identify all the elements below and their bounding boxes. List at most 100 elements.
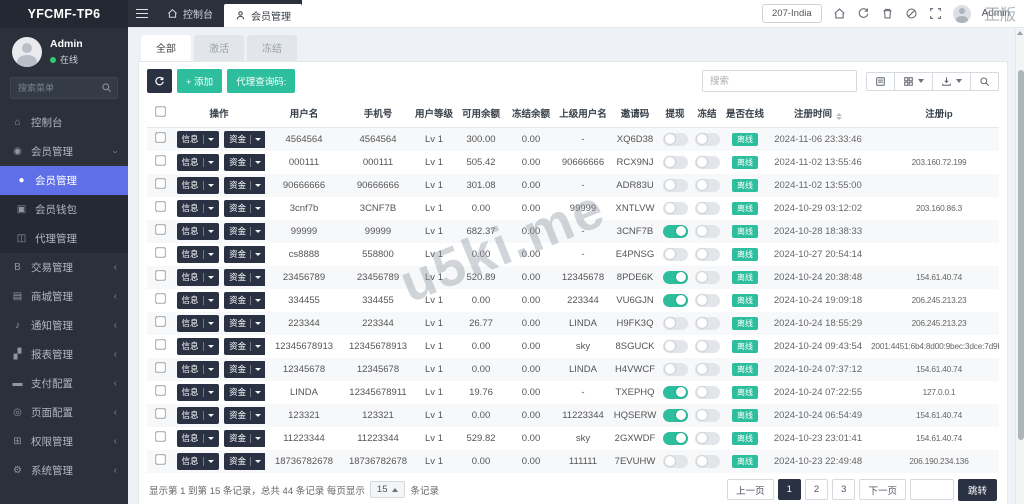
funds-button[interactable]: 资金 <box>224 452 265 470</box>
col-header-username[interactable]: 用户名 <box>265 100 343 128</box>
withdraw-toggle[interactable] <box>662 316 688 330</box>
freeze-toggle[interactable] <box>694 293 720 307</box>
withdraw-toggle[interactable] <box>662 270 688 284</box>
funds-button[interactable]: 资金 <box>224 360 265 378</box>
page-button-1[interactable]: 1 <box>777 479 801 500</box>
info-button[interactable]: 信息 <box>176 429 219 447</box>
page-button-3[interactable]: 3 <box>832 479 856 500</box>
col-header-register-ip[interactable]: 注册ip <box>869 100 999 128</box>
withdraw-toggle[interactable] <box>662 224 688 238</box>
page-size-select[interactable]: 15 <box>369 481 406 498</box>
freeze-toggle[interactable] <box>694 316 720 330</box>
info-button[interactable]: 信息 <box>176 291 219 309</box>
select-all-checkbox[interactable] <box>154 106 166 117</box>
col-header-invite-code[interactable]: 邀请码 <box>611 100 659 128</box>
info-button[interactable]: 信息 <box>176 314 219 332</box>
freeze-toggle[interactable] <box>694 408 720 422</box>
funds-button[interactable]: 资金 <box>224 245 265 263</box>
funds-button[interactable]: 资金 <box>224 268 265 286</box>
row-checkbox[interactable] <box>154 270 166 281</box>
info-button[interactable]: 信息 <box>176 452 219 470</box>
prev-page-button[interactable]: 上一页 <box>727 479 774 500</box>
sidebar-item-permission-management[interactable]: ⊞ 权限管理 ‹ <box>0 427 128 456</box>
info-button[interactable]: 信息 <box>176 406 219 424</box>
freeze-toggle[interactable] <box>694 270 720 284</box>
freeze-toggle[interactable] <box>694 431 720 445</box>
freeze-toggle[interactable] <box>694 201 720 215</box>
withdraw-toggle[interactable] <box>662 362 688 376</box>
admin-name[interactable]: Admin <box>982 8 1010 19</box>
row-checkbox[interactable] <box>154 362 166 373</box>
tab-member-management[interactable]: 会员管理 <box>224 4 302 27</box>
row-checkbox[interactable] <box>154 247 166 258</box>
info-button[interactable]: 信息 <box>176 245 219 263</box>
info-button[interactable]: 信息 <box>176 153 219 171</box>
row-checkbox[interactable] <box>154 408 166 419</box>
withdraw-toggle[interactable] <box>662 247 688 261</box>
withdraw-toggle[interactable] <box>662 385 688 399</box>
region-select-button[interactable]: 207-India <box>762 4 822 23</box>
freeze-toggle[interactable] <box>694 132 720 146</box>
row-checkbox[interactable] <box>154 293 166 304</box>
refresh-icon[interactable] <box>857 7 870 20</box>
row-checkbox[interactable] <box>154 132 166 143</box>
sidebar-item-payment-config[interactable]: ▬ 支付配置 ‹ <box>0 369 128 398</box>
withdraw-toggle[interactable] <box>662 155 688 169</box>
funds-button[interactable]: 资金 <box>224 199 265 217</box>
row-checkbox[interactable] <box>154 339 166 350</box>
funds-button[interactable]: 资金 <box>224 291 265 309</box>
info-button[interactable]: 信息 <box>176 337 219 355</box>
trash-icon[interactable] <box>881 7 894 20</box>
info-button[interactable]: 信息 <box>176 199 219 217</box>
col-header-level[interactable]: 用户等级 <box>413 100 455 128</box>
columns-button[interactable] <box>894 71 933 91</box>
filter-tab-activated[interactable]: 激活 <box>194 35 244 61</box>
scrollbar-thumb[interactable] <box>1017 70 1024 440</box>
col-header-register-time[interactable]: 注册时间 <box>767 100 869 128</box>
refresh-button[interactable] <box>147 69 172 93</box>
clear-cache-icon[interactable] <box>905 7 918 20</box>
withdraw-toggle[interactable] <box>662 293 688 307</box>
info-button[interactable]: 信息 <box>176 130 219 148</box>
home-icon[interactable] <box>833 7 846 20</box>
add-button[interactable]: + 添加 <box>177 69 223 93</box>
withdraw-toggle[interactable] <box>662 454 688 468</box>
row-checkbox[interactable] <box>154 224 166 235</box>
sidebar-item-page-config[interactable]: ◎ 页面配置 ‹ <box>0 398 128 427</box>
freeze-toggle[interactable] <box>694 155 720 169</box>
col-header-phone[interactable]: 手机号 <box>343 100 413 128</box>
tab-dashboard[interactable]: 控制台 <box>156 0 224 27</box>
withdraw-toggle[interactable] <box>662 431 688 445</box>
jump-page-input[interactable] <box>909 479 954 500</box>
search-toggle-button[interactable] <box>970 71 999 91</box>
funds-button[interactable]: 资金 <box>224 314 265 332</box>
row-checkbox[interactable] <box>154 316 166 327</box>
page-scrollbar[interactable] <box>1015 28 1024 504</box>
sidebar-item-notification-management[interactable]: ♪ 通知管理 ‹ <box>0 311 128 340</box>
funds-button[interactable]: 资金 <box>224 406 265 424</box>
row-checkbox[interactable] <box>154 385 166 396</box>
info-button[interactable]: 信息 <box>176 360 219 378</box>
sidebar-item-member-management-sub[interactable]: ● 会员管理 <box>0 166 128 195</box>
col-header-parent-user[interactable]: 上级用户名 <box>555 100 611 128</box>
funds-button[interactable]: 资金 <box>224 222 265 240</box>
sidebar-item-member-wallet[interactable]: ▣ 会员钱包 <box>0 195 128 224</box>
freeze-toggle[interactable] <box>694 362 720 376</box>
info-button[interactable]: 信息 <box>176 222 219 240</box>
sort-icon[interactable] <box>836 112 842 121</box>
info-button[interactable]: 信息 <box>176 383 219 401</box>
sidebar-item-mall-management[interactable]: ▤ 商城管理 ‹ <box>0 282 128 311</box>
funds-button[interactable]: 资金 <box>224 153 265 171</box>
row-checkbox[interactable] <box>154 155 166 166</box>
funds-button[interactable]: 资金 <box>224 383 265 401</box>
next-page-button[interactable]: 下一页 <box>859 479 906 500</box>
funds-button[interactable]: 资金 <box>224 130 265 148</box>
freeze-toggle[interactable] <box>694 454 720 468</box>
withdraw-toggle[interactable] <box>662 201 688 215</box>
toggle-view-button[interactable] <box>866 71 895 91</box>
col-header-frozen-balance[interactable]: 冻结余额 <box>507 100 555 128</box>
freeze-toggle[interactable] <box>694 224 720 238</box>
sidebar-item-report-management[interactable]: ▞ 报表管理 ‹ <box>0 340 128 369</box>
fullscreen-icon[interactable] <box>929 7 942 20</box>
sidebar-item-system-management[interactable]: ⚙ 系统管理 ‹ <box>0 456 128 485</box>
